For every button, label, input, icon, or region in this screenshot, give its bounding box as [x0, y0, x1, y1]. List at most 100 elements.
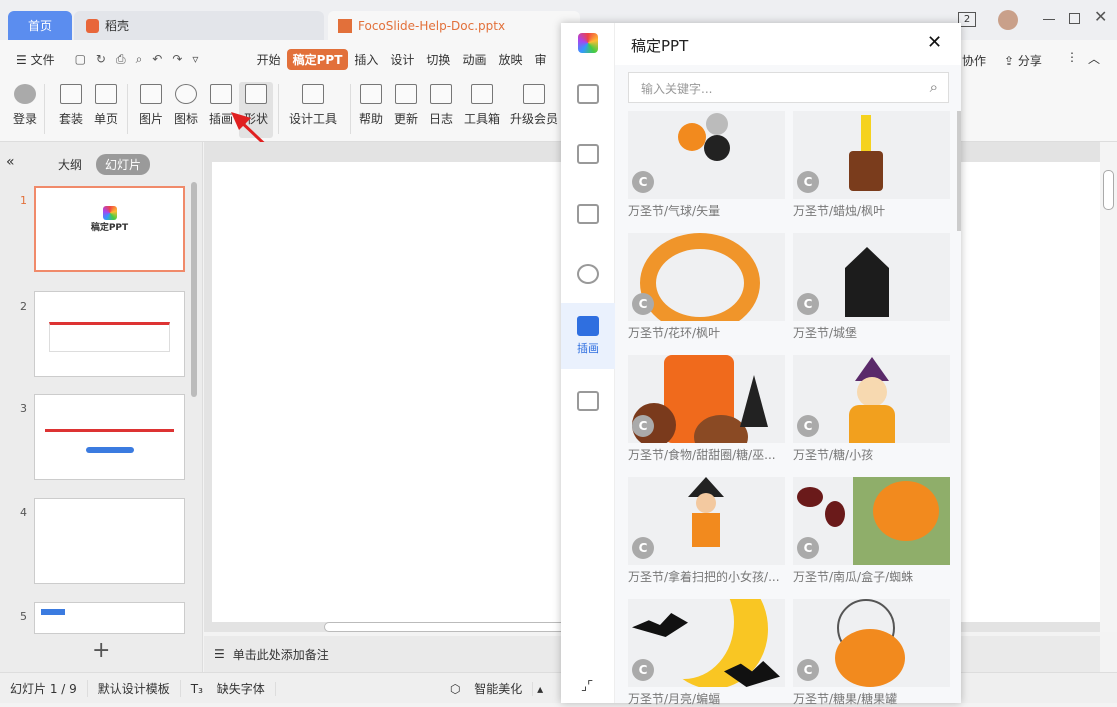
- vertical-scrollbar[interactable]: [1100, 142, 1117, 632]
- suite-icon: [60, 84, 82, 104]
- search-icon[interactable]: ⌕: [930, 78, 938, 96]
- vip-icon: [523, 84, 545, 104]
- login-button[interactable]: 登录: [8, 82, 42, 127]
- illustration-label: 万圣节/糖果/糖果罐: [793, 690, 950, 707]
- panel-title: 稿定PPT: [631, 35, 688, 56]
- panel-scrollbar[interactable]: [957, 111, 961, 231]
- maximize-icon[interactable]: [1069, 13, 1080, 24]
- sidebar-layouts[interactable]: [561, 121, 615, 187]
- avatar[interactable]: [998, 10, 1018, 30]
- upgrade-label: 升级会员: [509, 110, 559, 127]
- shape-icon: [245, 84, 267, 104]
- illustration-card[interactable]: C 万圣节/城堡: [793, 233, 950, 341]
- menu-transition[interactable]: 切换: [420, 51, 456, 68]
- menu-animation[interactable]: 动画: [456, 51, 492, 68]
- toolbox-button[interactable]: 工具箱: [465, 82, 499, 127]
- sidebar-shapes[interactable]: [561, 368, 615, 434]
- notes-placeholder: 单击此处添加备注: [233, 646, 329, 663]
- copyright-badge: C: [797, 415, 819, 437]
- single-page-button[interactable]: 单页: [89, 82, 123, 127]
- slide-counter: 幻灯片 1 / 9: [0, 680, 88, 697]
- panel-search-input[interactable]: 输入关键字...⌕: [628, 72, 949, 103]
- slide-thumbnail-3[interactable]: [34, 394, 185, 480]
- menu-design[interactable]: 设计: [384, 51, 420, 68]
- copyright-badge: C: [632, 415, 654, 437]
- illustration-card[interactable]: C万圣节/月亮/蝙蝠: [628, 599, 785, 707]
- illustration-card[interactable]: C万圣节/花环/枫叶: [628, 233, 785, 341]
- close-panel-icon[interactable]: ✕: [927, 32, 942, 53]
- copyright-badge: C: [797, 171, 819, 193]
- illustration-icon: [210, 84, 232, 104]
- log-icon: [430, 84, 452, 104]
- sidebar-illustrations[interactable]: 插画: [561, 303, 615, 369]
- sidebar-images[interactable]: [561, 181, 615, 247]
- slide-number: 4: [20, 506, 27, 519]
- illustration-label: 万圣节/城堡: [793, 324, 950, 341]
- slide-thumbnail-5[interactable]: [34, 602, 185, 634]
- slide-thumbnail-4[interactable]: [34, 498, 185, 584]
- illustration-card[interactable]: C 万圣节/食物/甜甜圈/糖/巫...: [628, 355, 785, 463]
- shape-icon: [577, 391, 599, 411]
- collapse-panel-icon[interactable]: ⌟⌜: [581, 679, 593, 694]
- more-icon[interactable]: ⋮: [1066, 50, 1078, 64]
- notes-icon: ☰: [214, 647, 225, 661]
- slide-number: 5: [20, 610, 27, 623]
- tab-outline[interactable]: 大纲: [58, 156, 82, 173]
- toolbox-icon: [471, 84, 493, 104]
- tab-document[interactable]: FocoSlide-Help-Doc.pptx: [328, 11, 580, 40]
- menu-file[interactable]: ☰ 文件: [0, 51, 61, 68]
- tab-home[interactable]: 首页: [8, 11, 72, 40]
- tab-daoke[interactable]: 稻壳: [74, 11, 324, 40]
- template-name[interactable]: 默认设计模板: [88, 680, 181, 697]
- upgrade-button[interactable]: 升级会员: [517, 82, 551, 127]
- collab-button[interactable]: 协作: [956, 52, 992, 69]
- illustration-card[interactable]: C 万圣节/糖果/糖果罐: [793, 599, 950, 707]
- missing-font-label: 缺失字体: [207, 682, 276, 696]
- slide-thumbnail-1[interactable]: 稿定PPT: [34, 186, 185, 272]
- sidebar-icons[interactable]: [561, 241, 615, 307]
- copyright-badge: C: [632, 171, 654, 193]
- close-window-icon[interactable]: ✕: [1094, 7, 1107, 26]
- update-icon: [395, 84, 417, 104]
- slide-number: 3: [20, 402, 27, 415]
- missing-font-button[interactable]: T₃ 缺失字体: [181, 680, 286, 697]
- illustration-card[interactable]: C万圣节/气球/矢量: [628, 111, 785, 219]
- add-slide-button[interactable]: +: [92, 638, 110, 663]
- horizontal-scrollbar[interactable]: [324, 622, 584, 632]
- sidebar-templates[interactable]: [561, 61, 615, 127]
- minimize-icon[interactable]: [1043, 19, 1055, 20]
- single-page-label: 单页: [81, 110, 131, 127]
- illustration-label: 万圣节/食物/甜甜圈/糖/巫...: [628, 446, 785, 463]
- share-button[interactable]: ⇪ 分享: [998, 52, 1048, 69]
- quick-access-toolbar[interactable]: ▢↻⎙⌕↶↷▿: [61, 52, 251, 67]
- share-label: 分享: [1018, 54, 1042, 68]
- illustration-card[interactable]: C万圣节/糖/小孩: [793, 355, 950, 463]
- illustration-label: 万圣节/花环/枫叶: [628, 324, 785, 341]
- single-page-icon: [95, 84, 117, 104]
- beautify-button[interactable]: ⬡ 智能美化 ▴: [440, 680, 553, 697]
- beautify-label: 智能美化: [464, 682, 533, 696]
- copyright-badge: C: [632, 659, 654, 681]
- copyright-badge: C: [797, 659, 819, 681]
- menu-start[interactable]: 开始: [251, 51, 287, 68]
- copyright-badge: C: [797, 293, 819, 315]
- menu-slideshow[interactable]: 放映: [492, 51, 528, 68]
- smiley-icon: [175, 84, 197, 104]
- illustration-card[interactable]: C万圣节/拿着扫把的小女孩/...: [628, 477, 785, 585]
- gaoding-logo-icon: [578, 33, 598, 53]
- thumbnail-scrollbar[interactable]: [191, 182, 197, 397]
- log-button[interactable]: 日志: [424, 82, 458, 127]
- collapse-pane-icon[interactable]: «: [6, 154, 15, 170]
- help-icon: [360, 84, 382, 104]
- slide-number: 1: [20, 194, 27, 207]
- menu-insert[interactable]: 插入: [348, 51, 384, 68]
- menu-gaoding-ppt[interactable]: 稿定PPT: [287, 49, 349, 70]
- menu-review[interactable]: 审: [528, 51, 552, 68]
- illustration-card[interactable]: C万圣节/蜡烛/枫叶: [793, 111, 950, 219]
- illustration-card[interactable]: C万圣节/南瓜/盒子/蜘蛛: [793, 477, 950, 585]
- slide1-title: 稿定PPT: [36, 220, 183, 233]
- gaoding-logo: [103, 206, 117, 220]
- tab-slides[interactable]: 幻灯片: [96, 154, 150, 175]
- collapse-ribbon-icon[interactable]: ︿: [1088, 50, 1100, 67]
- slide-thumbnail-2[interactable]: [34, 291, 185, 377]
